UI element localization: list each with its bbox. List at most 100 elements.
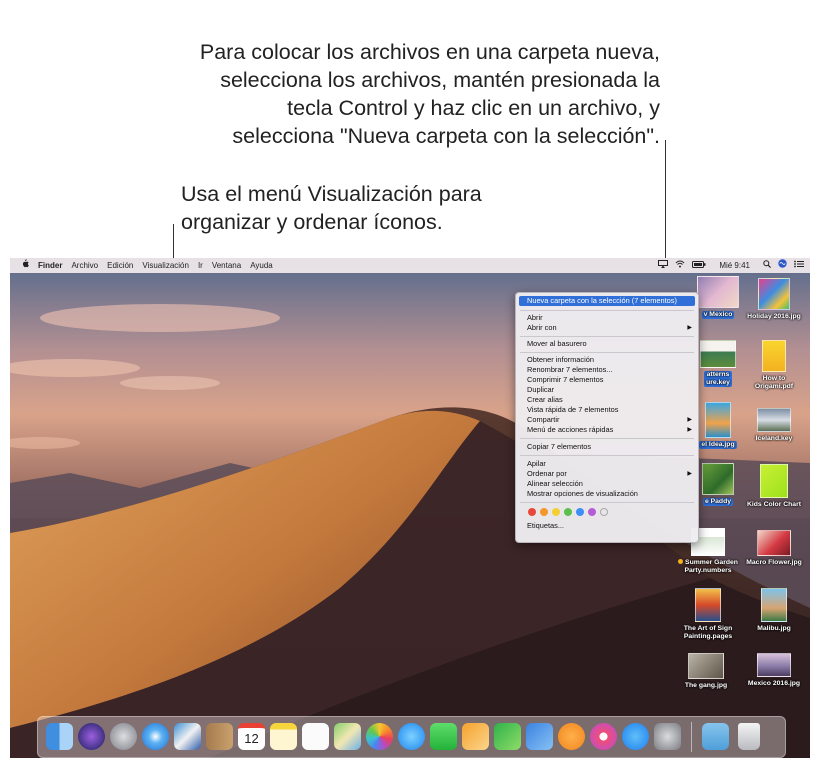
file-thumbnail xyxy=(695,588,721,622)
callout-line: Para colocar los archivos en una carpeta… xyxy=(199,40,660,64)
pages-icon[interactable] xyxy=(462,723,489,750)
callout-view-menu: Usa el menú Visualización para organizar… xyxy=(181,180,601,236)
menu-item-comprimir[interactable]: Comprimir 7 elementos xyxy=(516,375,698,385)
calendar-day: 12 xyxy=(244,731,259,746)
file-thumbnail xyxy=(761,588,787,622)
keynote-icon[interactable] xyxy=(526,723,553,750)
contacts-icon[interactable] xyxy=(206,723,233,750)
menu-separator xyxy=(520,438,694,439)
menu-visualizacion[interactable]: Visualización xyxy=(142,258,189,273)
photos-icon[interactable] xyxy=(366,723,393,750)
menu-edicion[interactable]: Edición xyxy=(107,258,133,273)
wifi-icon[interactable] xyxy=(675,258,685,273)
airplay-icon[interactable] xyxy=(658,258,669,273)
desktop-item[interactable]: Holiday 2016.jpg xyxy=(742,278,806,321)
desktop-item[interactable]: Mexico 2016.jpg xyxy=(742,653,806,688)
launchpad-icon[interactable] xyxy=(110,723,137,750)
menu-item-label: Ordenar por xyxy=(527,469,567,478)
menu-item-acciones-rapidas[interactable]: Menú de acciones rápidas ▶ xyxy=(516,425,698,435)
file-thumbnail xyxy=(760,464,788,498)
menu-item-apilar[interactable]: Apilar xyxy=(516,459,698,469)
menu-ayuda[interactable]: Ayuda xyxy=(250,258,273,273)
file-label: Mexico 2016.jpg xyxy=(747,680,801,687)
menu-item-compartir[interactable]: Compartir ▶ xyxy=(516,415,698,425)
file-label: Kids Color Chart xyxy=(746,501,801,508)
file-thumbnail xyxy=(705,402,731,438)
file-thumbnail xyxy=(757,653,791,677)
notification-center-icon[interactable] xyxy=(794,258,804,273)
tag-color-dot[interactable] xyxy=(600,508,608,516)
menu-archivo[interactable]: Archivo xyxy=(71,258,98,273)
desktop-item[interactable]: How to Origami.pdf xyxy=(742,340,806,391)
numbers-icon[interactable] xyxy=(494,723,521,750)
menu-item-mover-basurero[interactable]: Mover al basurero xyxy=(516,339,698,349)
menu-item-copiar[interactable]: Copiar 7 elementos xyxy=(516,442,698,452)
submenu-arrow-icon: ▶ xyxy=(687,325,692,331)
menu-item-alinear-seleccion[interactable]: Alinear selección xyxy=(516,479,698,489)
notes-icon[interactable] xyxy=(270,723,297,750)
tag-color-dot[interactable] xyxy=(552,508,560,516)
callout-line: organizar y ordenar íconos. xyxy=(181,210,443,234)
tag-color-dot[interactable] xyxy=(564,508,572,516)
menu-ventana[interactable]: Ventana xyxy=(212,258,241,273)
desktop-item[interactable]: Kids Color Chart xyxy=(742,464,806,509)
callout-line: tecla Control y haz clic en un archivo, … xyxy=(287,96,660,120)
menu-separator xyxy=(520,310,694,311)
facetime-icon[interactable] xyxy=(430,723,457,750)
file-thumbnail xyxy=(697,276,739,308)
music-icon[interactable] xyxy=(590,723,617,750)
menu-ir[interactable]: Ir xyxy=(198,258,203,273)
menu-separator xyxy=(520,502,694,503)
file-label: e Paddy xyxy=(702,498,734,506)
tag-color-dot[interactable] xyxy=(528,508,536,516)
tag-color-dot[interactable] xyxy=(540,508,548,516)
tag-color-dot[interactable] xyxy=(588,508,596,516)
menu-item-vista-rapida[interactable]: Vista rápida de 7 elementos xyxy=(516,405,698,415)
books-icon[interactable] xyxy=(558,723,585,750)
desktop-item[interactable]: Malibu.jpg xyxy=(742,588,806,633)
menu-item-etiquetas[interactable]: Etiquetas... xyxy=(516,521,698,531)
finder-icon[interactable] xyxy=(46,723,73,750)
file-label: The gang.jpg xyxy=(684,682,728,689)
callout-new-folder: Para colocar los archivos en una carpeta… xyxy=(100,38,660,150)
battery-icon[interactable] xyxy=(692,258,706,273)
desktop-item[interactable]: The gang.jpg xyxy=(674,653,738,690)
menu-item-crear-alias[interactable]: Crear alias xyxy=(516,395,698,405)
menu-item-obtener-informacion[interactable]: Obtener información xyxy=(516,355,698,365)
menu-item-ordenar-por[interactable]: Ordenar por ▶ xyxy=(516,469,698,479)
file-thumbnail xyxy=(702,463,734,495)
siri-icon[interactable] xyxy=(778,258,787,273)
desktop-item[interactable]: Iceland.key xyxy=(742,408,806,443)
menu-item-abrir[interactable]: Abrir xyxy=(516,313,698,323)
maps-icon[interactable] xyxy=(334,723,361,750)
menu-item-new-folder-with-selection[interactable]: Nueva carpeta con la selección (7 elemen… xyxy=(519,296,695,306)
dock: 12 xyxy=(37,716,786,758)
desktop-item[interactable]: Macro Flower.jpg xyxy=(742,530,806,567)
file-label: How to Origami.pdf xyxy=(754,375,794,390)
tag-color-dot[interactable] xyxy=(576,508,584,516)
system-preferences-icon[interactable] xyxy=(654,723,681,750)
messages-icon[interactable] xyxy=(398,723,425,750)
menu-item-mostrar-opciones[interactable]: Mostrar opciones de visualización xyxy=(516,489,698,499)
clock-label[interactable]: Mié 9:41 xyxy=(719,258,750,273)
callout-line: Usa el menú Visualización para xyxy=(181,182,482,206)
menu-item-duplicar[interactable]: Duplicar xyxy=(516,385,698,395)
apple-menu-icon[interactable] xyxy=(21,258,29,273)
app-store-icon[interactable] xyxy=(622,723,649,750)
calendar-icon[interactable]: 12 xyxy=(238,723,265,750)
menu-finder[interactable]: Finder xyxy=(38,258,62,273)
menu-item-abrir-con[interactable]: Abrir con ▶ xyxy=(516,323,698,333)
menu-bar: Finder Archivo Edición Visualización Ir … xyxy=(10,258,810,273)
callout-line: selecciona los archivos, mantén presiona… xyxy=(220,68,660,92)
safari-icon[interactable] xyxy=(142,723,169,750)
menu-item-renombrar[interactable]: Renombrar 7 elementos... xyxy=(516,365,698,375)
file-thumbnail xyxy=(762,340,786,372)
reminders-icon[interactable] xyxy=(302,723,329,750)
trash-icon[interactable] xyxy=(738,723,760,750)
siri-icon[interactable] xyxy=(78,723,105,750)
file-label: Holiday 2016.jpg xyxy=(747,313,801,320)
downloads-folder-icon[interactable] xyxy=(702,723,729,750)
photo-browser-icon[interactable] xyxy=(174,723,201,750)
desktop-item[interactable]: The Art of Sign Painting.pages xyxy=(674,588,742,641)
search-icon[interactable] xyxy=(763,258,771,273)
